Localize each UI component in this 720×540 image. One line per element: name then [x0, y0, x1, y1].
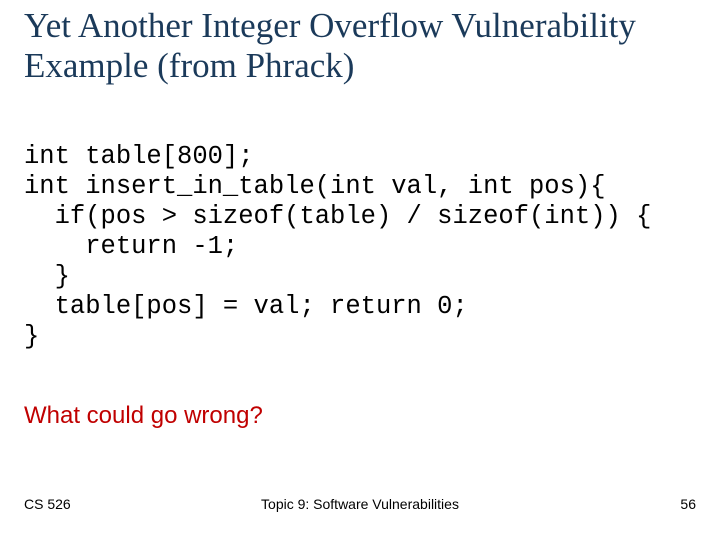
code-block: int table[800]; int insert_in_table(int …: [24, 142, 696, 353]
slide: Yet Another Integer Overflow Vulnerabili…: [0, 0, 720, 540]
slide-title: Yet Another Integer Overflow Vulnerabili…: [24, 6, 694, 87]
footer-page-number: 56: [680, 496, 696, 512]
footer-topic: Topic 9: Software Vulnerabilities: [0, 496, 720, 512]
question-text: What could go wrong?: [24, 402, 263, 430]
